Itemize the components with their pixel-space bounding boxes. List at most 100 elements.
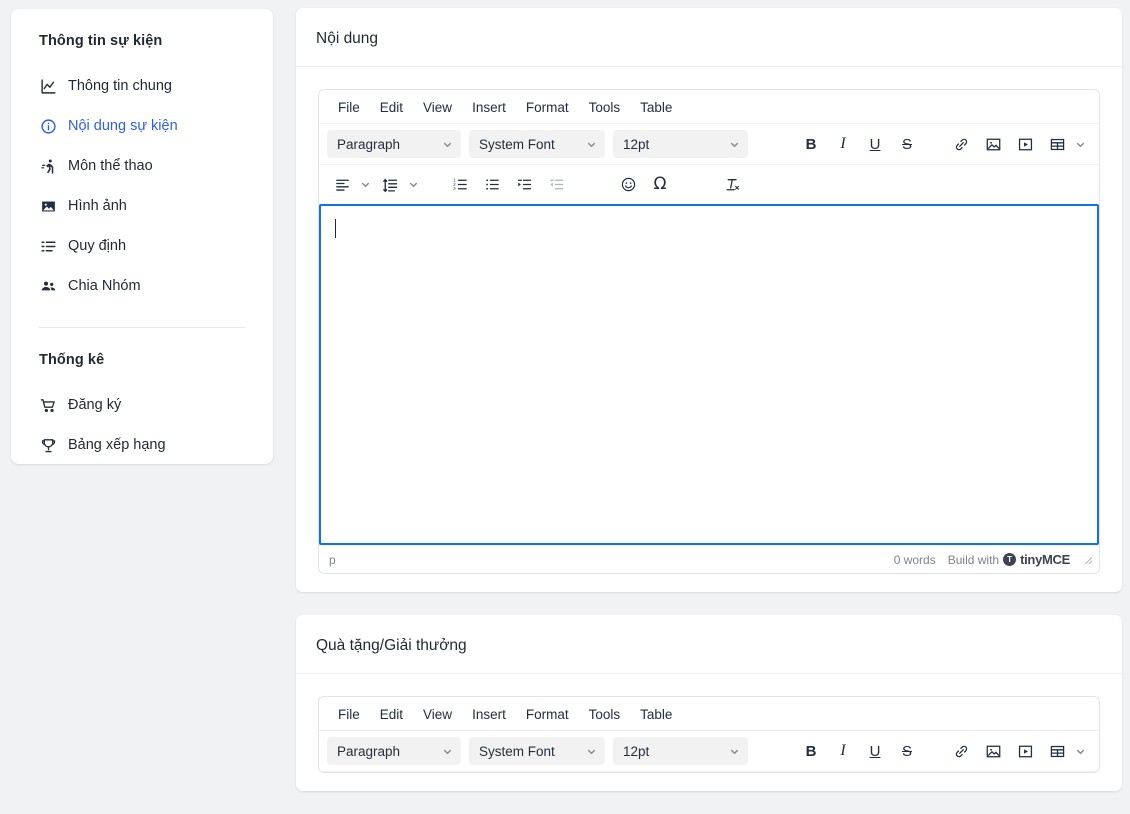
sidebar-item-hinh-anh[interactable]: Hình ảnh bbox=[11, 186, 273, 226]
chevron-down-icon bbox=[442, 139, 453, 150]
menu-view[interactable]: View bbox=[414, 702, 461, 727]
font-size-select[interactable]: 12pt bbox=[613, 130, 748, 158]
resize-handle-icon[interactable] bbox=[1082, 554, 1093, 565]
sidebar-item-quy-dinh[interactable]: Quy định bbox=[11, 226, 273, 266]
strikethrough-button[interactable]: S bbox=[892, 737, 922, 765]
chevron-down-icon[interactable] bbox=[1072, 130, 1088, 158]
sidebar-item-thong-tin-chung[interactable]: Thông tin chung bbox=[11, 66, 273, 106]
underline-button[interactable]: U bbox=[860, 130, 890, 158]
menu-tools[interactable]: Tools bbox=[580, 702, 630, 727]
table-button-split[interactable] bbox=[1042, 130, 1088, 158]
tinymce-editor-gift: File Edit View Insert Format Tools Table… bbox=[318, 696, 1100, 773]
insert-image-button[interactable] bbox=[978, 737, 1008, 765]
insert-media-button[interactable] bbox=[1010, 130, 1040, 158]
table-icon[interactable] bbox=[1042, 737, 1072, 765]
sidebar-item-dang-ky[interactable]: Đăng ký bbox=[11, 385, 273, 425]
clear-formatting-button[interactable] bbox=[717, 170, 747, 198]
trophy-icon bbox=[39, 436, 57, 454]
line-height-button-split[interactable] bbox=[375, 170, 421, 198]
font-family-select[interactable]: System Font bbox=[469, 130, 605, 158]
strikethrough-button[interactable]: S bbox=[892, 130, 922, 158]
word-count[interactable]: 0 words bbox=[894, 553, 936, 567]
tinymce-logo-icon: T bbox=[1003, 553, 1017, 566]
menu-insert[interactable]: Insert bbox=[463, 702, 515, 727]
bullet-list-button[interactable] bbox=[477, 170, 507, 198]
sidebar-item-bang-xep-hang[interactable]: Bảng xếp hạng bbox=[11, 425, 273, 465]
block-format-value: Paragraph bbox=[337, 743, 401, 759]
chevron-down-icon bbox=[442, 746, 453, 757]
menu-edit[interactable]: Edit bbox=[371, 702, 412, 727]
menu-file[interactable]: File bbox=[329, 95, 369, 120]
bold-button[interactable]: B bbox=[796, 737, 826, 765]
card-title-qua-tang: Quà tặng/Giải thưởng bbox=[296, 615, 1122, 674]
users-group-icon bbox=[39, 277, 57, 295]
emoticon-button[interactable] bbox=[613, 170, 643, 198]
table-icon[interactable] bbox=[1042, 130, 1072, 158]
tinymce-branding[interactable]: Build with T tinyMCE bbox=[947, 552, 1071, 567]
italic-button[interactable]: I bbox=[828, 737, 858, 765]
tinymce-editor-content: File Edit View Insert Format Tools Table… bbox=[318, 89, 1100, 574]
sidebar-item-label: Thông tin chung bbox=[68, 77, 172, 94]
sidebar-item-mon-the-thao[interactable]: Môn thể thao bbox=[11, 146, 273, 186]
sidebar-item-label: Nội dung sự kiện bbox=[68, 117, 178, 134]
sidebar-item-label: Đăng ký bbox=[68, 396, 122, 413]
font-family-value: System Font bbox=[479, 136, 555, 152]
font-family-select[interactable]: System Font bbox=[469, 737, 605, 765]
menu-table[interactable]: Table bbox=[631, 95, 681, 120]
statusbar-right: 0 words Build with T tinyMCE bbox=[894, 552, 1093, 567]
align-left-icon[interactable] bbox=[327, 170, 357, 198]
insert-media-button[interactable] bbox=[1010, 737, 1040, 765]
chevron-down-icon[interactable] bbox=[357, 170, 373, 198]
sidebar-item-chia-nhom[interactable]: Chia Nhóm bbox=[11, 266, 273, 306]
sidebar-item-label: Hình ảnh bbox=[68, 197, 127, 214]
menu-format[interactable]: Format bbox=[517, 702, 578, 727]
editor-content-area[interactable] bbox=[319, 204, 1099, 545]
svg-text:3: 3 bbox=[453, 186, 456, 191]
image-icon bbox=[39, 197, 57, 215]
link-button[interactable] bbox=[946, 130, 976, 158]
chevron-down-icon[interactable] bbox=[1072, 737, 1088, 765]
sidebar-section-title-statistics: Thống kê bbox=[39, 352, 105, 368]
outdent-button[interactable] bbox=[541, 170, 571, 198]
chevron-down-icon[interactable] bbox=[405, 170, 421, 198]
main-content: Nội dung File Edit View Insert Format To… bbox=[296, 8, 1122, 814]
card-qua-tang-giai-thuong: Quà tặng/Giải thưởng File Edit View Inse… bbox=[296, 615, 1122, 791]
numbered-list-button[interactable]: 1 2 3 bbox=[445, 170, 475, 198]
align-button-split[interactable] bbox=[327, 170, 373, 198]
editor-menubar: File Edit View Insert Format Tools Table bbox=[319, 697, 1099, 731]
chevron-down-icon bbox=[586, 746, 597, 757]
indent-button[interactable] bbox=[509, 170, 539, 198]
table-button-split[interactable] bbox=[1042, 737, 1088, 765]
menu-table[interactable]: Table bbox=[631, 702, 681, 727]
info-circle-icon bbox=[39, 117, 57, 135]
editor-menubar: File Edit View Insert Format Tools Table bbox=[319, 90, 1099, 124]
menu-insert[interactable]: Insert bbox=[463, 95, 515, 120]
menu-file[interactable]: File bbox=[329, 702, 369, 727]
menu-format[interactable]: Format bbox=[517, 95, 578, 120]
chart-line-icon bbox=[39, 77, 57, 95]
text-cursor bbox=[335, 219, 336, 238]
sidebar-section-title-event-info: Thông tin sự kiện bbox=[39, 33, 163, 49]
brand-prefix-label: Build with bbox=[947, 552, 1000, 567]
sidebar-item-noi-dung-su-kien[interactable]: Nội dung sự kiện bbox=[11, 106, 273, 146]
bold-button[interactable]: B bbox=[796, 130, 826, 158]
editor-toolbar-row-2: 1 2 3 Ω bbox=[319, 165, 1099, 204]
card-title-noi-dung: Nội dung bbox=[296, 8, 1122, 67]
line-height-icon[interactable] bbox=[375, 170, 405, 198]
block-format-value: Paragraph bbox=[337, 136, 401, 152]
element-path[interactable]: p bbox=[329, 553, 336, 567]
menu-view[interactable]: View bbox=[414, 95, 461, 120]
italic-button[interactable]: I bbox=[828, 130, 858, 158]
font-size-select[interactable]: 12pt bbox=[613, 737, 748, 765]
app-page: Thông tin sự kiện Thông tin chung Nội du… bbox=[0, 0, 1130, 797]
brand-name-label: tinyMCE bbox=[1020, 552, 1070, 567]
chevron-down-icon bbox=[586, 139, 597, 150]
menu-edit[interactable]: Edit bbox=[371, 95, 412, 120]
block-format-select[interactable]: Paragraph bbox=[327, 737, 461, 765]
underline-button[interactable]: U bbox=[860, 737, 890, 765]
menu-tools[interactable]: Tools bbox=[580, 95, 630, 120]
insert-image-button[interactable] bbox=[978, 130, 1008, 158]
block-format-select[interactable]: Paragraph bbox=[327, 130, 461, 158]
omega-icon[interactable]: Ω bbox=[654, 174, 667, 194]
link-button[interactable] bbox=[946, 737, 976, 765]
